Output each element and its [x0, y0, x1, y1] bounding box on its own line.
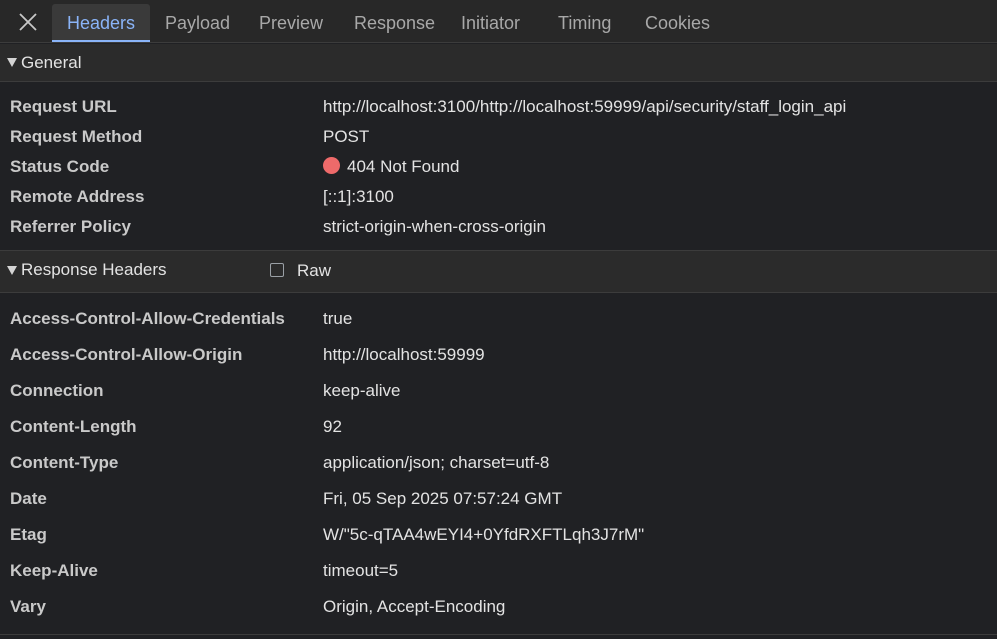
header-key: Access-Control-Allow-Credentials	[10, 309, 285, 328]
header-key: Date	[10, 489, 47, 508]
header-value: Fri, 05 Sep 2025 07:57:24 GMT	[323, 489, 563, 508]
close-icon[interactable]	[12, 7, 44, 37]
header-value: [::1]:3100	[323, 187, 394, 206]
tab-bar: Headers Payload Preview Response Initiat…	[0, 0, 997, 43]
header-key: Vary	[10, 597, 46, 616]
header-value: keep-alive	[323, 381, 401, 400]
header-key: Access-Control-Allow-Origin	[10, 345, 243, 364]
header-value: Origin, Accept-Encoding	[323, 597, 506, 616]
tab-cookies[interactable]: Cookies	[630, 4, 725, 42]
tab-initiator[interactable]: Initiator	[446, 4, 535, 42]
header-value: POST	[323, 127, 370, 146]
header-value: strict-origin-when-cross-origin	[323, 217, 546, 236]
tab-headers[interactable]: Headers	[52, 4, 151, 42]
collapse-triangle-icon[interactable]	[7, 266, 17, 275]
header-key: Referrer Policy	[10, 217, 131, 236]
raw-checkbox[interactable]	[270, 263, 284, 277]
header-key: Connection	[10, 381, 104, 400]
status-text: 404 Not Found	[347, 157, 460, 176]
header-value: application/json; charset=utf-8	[323, 453, 550, 472]
header-key: Remote Address	[10, 187, 145, 206]
raw-checkbox-label[interactable]: Raw	[297, 251, 331, 291]
tab-preview[interactable]: Preview	[244, 4, 338, 42]
header-key: Status Code	[10, 157, 110, 176]
header-key: Content-Type	[10, 453, 119, 472]
header-value: true	[323, 309, 353, 328]
header-key: Request URL	[10, 97, 117, 116]
response-headers-section-title[interactable]: Response Headers	[21, 251, 167, 289]
header-value: timeout=5	[323, 561, 399, 580]
tab-payload[interactable]: Payload	[150, 4, 245, 42]
tab-timing[interactable]: Timing	[543, 4, 626, 42]
header-value: 92	[323, 417, 342, 436]
section-divider	[0, 634, 997, 635]
header-value: W/"5c-qTAA4wEYI4+0YfdRXFTLqh3J7rM"	[323, 525, 645, 544]
response-headers-section-header[interactable]: Response Headers Raw	[0, 251, 997, 293]
general-section-title[interactable]: General	[21, 44, 81, 82]
header-value: http://localhost:3100/http://localhost:5…	[323, 97, 847, 116]
status-error-dot-icon	[323, 157, 340, 174]
header-value: http://localhost:59999	[323, 345, 485, 364]
general-section-header[interactable]: General	[0, 44, 997, 82]
header-key: Keep-Alive	[10, 561, 98, 580]
collapse-triangle-icon[interactable]	[7, 58, 17, 67]
header-key: Request Method	[10, 127, 143, 146]
header-key: Content-Length	[10, 417, 137, 436]
status-value: 404 Not Found	[323, 157, 459, 177]
header-key: Etag	[10, 525, 47, 544]
tab-response[interactable]: Response	[339, 4, 450, 42]
